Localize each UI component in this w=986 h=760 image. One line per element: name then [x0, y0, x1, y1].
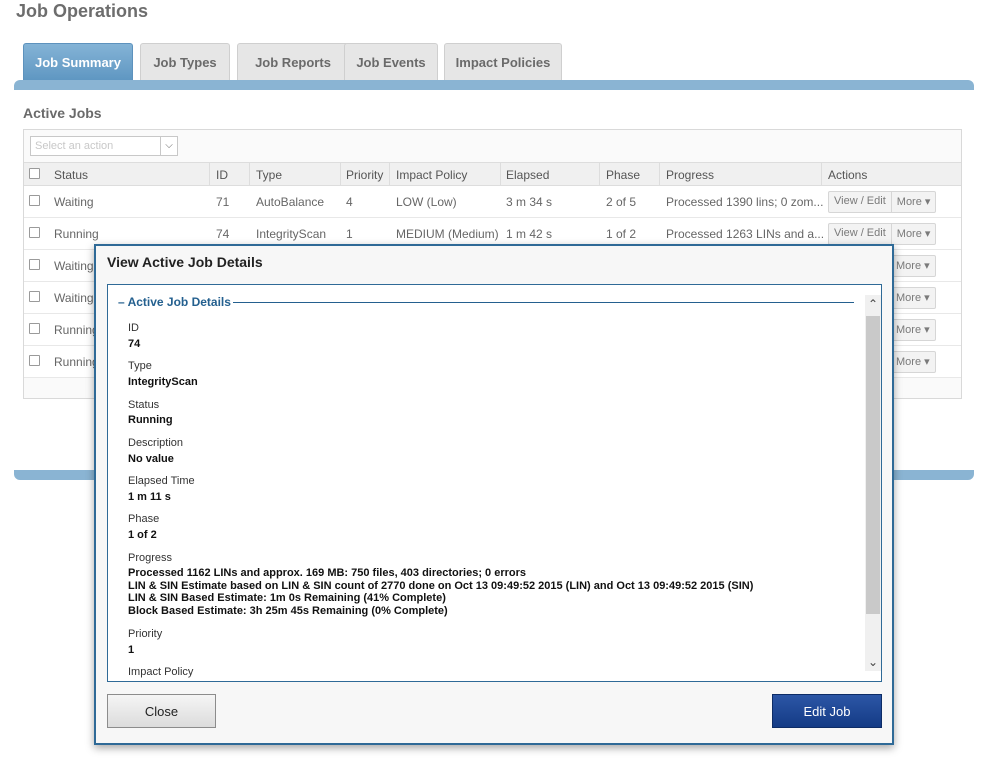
- col-progress[interactable]: Progress: [666, 168, 714, 182]
- row-status: Running: [54, 355, 99, 369]
- more-button[interactable]: More ▾: [891, 320, 935, 340]
- field-label-description: Description: [128, 437, 184, 449]
- action-select[interactable]: Select an action ⌵: [30, 136, 178, 156]
- col-phase[interactable]: Phase: [606, 168, 640, 182]
- field-value-progress-line-4: Block Based Estimate: 3h 25m 45s Remaini…: [128, 605, 448, 617]
- row-progress: Processed 1390 lins; 0 zom...: [666, 195, 824, 209]
- page-title: Job Operations: [16, 1, 149, 21]
- active-jobs-title: Active Jobs: [23, 105, 102, 121]
- row-status: Waiting: [54, 259, 94, 273]
- dialog-body[interactable]: – Active Job Details ID 74 Type Integrit…: [107, 284, 882, 682]
- jobs-table-header: Status ID Type Priority Impact Policy El…: [24, 162, 961, 186]
- field-value-progress-line-1: Processed 1162 LINs and approx. 169 MB: …: [128, 567, 527, 579]
- row-checkbox[interactable]: [29, 355, 40, 366]
- view-edit-button[interactable]: View / Edit: [829, 224, 891, 244]
- field-value-type: IntegrityScan: [128, 376, 198, 388]
- field-value-status: Running: [128, 414, 173, 426]
- field-label-priority: Priority: [128, 628, 163, 640]
- row-status: Waiting: [54, 195, 94, 209]
- table-row[interactable]: Waiting 71 AutoBalance 4 LOW (Low) 3 m 3…: [24, 186, 961, 218]
- more-button[interactable]: More ▾: [891, 256, 935, 276]
- col-type[interactable]: Type: [256, 168, 282, 182]
- row-type: IntegrityScan: [256, 227, 327, 241]
- field-label-phase: Phase: [128, 513, 160, 525]
- scroll-up-icon[interactable]: ⌃: [865, 295, 881, 313]
- field-label-type: Type: [128, 360, 152, 372]
- field-value-phase: 1 of 2: [128, 529, 157, 541]
- row-priority: 4: [346, 195, 353, 209]
- tab-job-summary[interactable]: Job Summary: [23, 43, 133, 80]
- row-checkbox[interactable]: [29, 195, 40, 206]
- field-label-id: ID: [128, 322, 139, 334]
- col-id[interactable]: ID: [216, 168, 228, 182]
- tab-impact-policies[interactable]: Impact Policies: [444, 43, 562, 80]
- field-label-status: Status: [128, 399, 160, 411]
- row-actions: More ▾: [890, 287, 936, 309]
- col-priority[interactable]: Priority: [346, 168, 383, 182]
- field-label-elapsed-time: Elapsed Time: [128, 475, 195, 487]
- scroll-thumb[interactable]: [866, 316, 880, 614]
- row-actions: More ▾: [890, 319, 936, 341]
- dialog-title: View Active Job Details: [107, 254, 263, 270]
- dialog-scrollbar[interactable]: ⌃ ⌄: [865, 295, 881, 671]
- tab-job-reports[interactable]: Job Reports: [237, 43, 349, 80]
- row-elapsed: 3 m 34 s: [506, 195, 553, 209]
- field-label-progress: Progress: [128, 552, 173, 564]
- row-priority: 1: [346, 227, 353, 241]
- row-progress: Processed 1263 LINs and a...: [666, 227, 825, 241]
- tab-job-events[interactable]: Job Events: [344, 43, 438, 80]
- row-id: 74: [216, 227, 230, 241]
- view-edit-button[interactable]: View / Edit: [829, 192, 891, 212]
- close-button[interactable]: Close: [107, 694, 216, 728]
- col-elapsed[interactable]: Elapsed: [506, 168, 549, 182]
- more-button[interactable]: More ▾: [890, 192, 936, 212]
- row-impact-policy: MEDIUM (Medium): [396, 227, 499, 241]
- row-phase: 2 of 5: [606, 195, 637, 209]
- field-value-description: No value: [128, 453, 174, 465]
- row-checkbox[interactable]: [29, 227, 40, 238]
- row-actions: View / Edit More ▾: [828, 223, 937, 245]
- field-label-impact-policy: Impact Policy: [128, 666, 194, 678]
- row-status: Running: [54, 227, 99, 241]
- select-all-checkbox[interactable]: [29, 168, 40, 179]
- col-impact-policy[interactable]: Impact Policy: [396, 168, 467, 182]
- more-button[interactable]: More ▾: [891, 288, 935, 308]
- field-value-progress-line-3: LIN & SIN Based Estimate: 1m 0s Remainin…: [128, 592, 446, 604]
- chevron-down-icon[interactable]: ⌵: [160, 137, 177, 155]
- row-checkbox[interactable]: [29, 323, 40, 334]
- row-elapsed: 1 m 42 s: [506, 227, 553, 241]
- more-button[interactable]: More ▾: [891, 352, 935, 372]
- row-id: 71: [216, 195, 230, 209]
- row-checkbox[interactable]: [29, 259, 40, 270]
- job-details-dialog: View Active Job Details – Active Job Det…: [94, 244, 894, 745]
- field-value-priority: 1: [128, 644, 135, 656]
- section-legend-label: Active Job Details: [127, 295, 231, 309]
- row-impact-policy: LOW (Low): [396, 195, 457, 209]
- action-select-placeholder: Select an action: [35, 140, 114, 152]
- section-legend: – Active Job Details: [116, 295, 233, 309]
- row-status: Running: [54, 323, 99, 337]
- field-value-id: 74: [128, 338, 141, 350]
- tab-job-types[interactable]: Job Types: [140, 43, 230, 80]
- row-status: Waiting: [54, 291, 94, 305]
- row-actions: More ▾: [890, 351, 936, 373]
- row-checkbox[interactable]: [29, 291, 40, 302]
- row-type: AutoBalance: [256, 195, 325, 209]
- row-actions: View / Edit More ▾: [828, 191, 937, 213]
- row-phase: 1 of 2: [606, 227, 637, 241]
- row-actions: More ▾: [890, 255, 936, 277]
- edit-job-button[interactable]: Edit Job: [772, 694, 882, 728]
- scroll-down-icon[interactable]: ⌄: [865, 653, 881, 671]
- col-status[interactable]: Status: [54, 168, 88, 182]
- tab-underline: [14, 80, 974, 90]
- field-value-elapsed-time: 1 m 11 s: [128, 491, 171, 503]
- col-actions: Actions: [828, 168, 868, 182]
- more-button[interactable]: More ▾: [890, 224, 936, 244]
